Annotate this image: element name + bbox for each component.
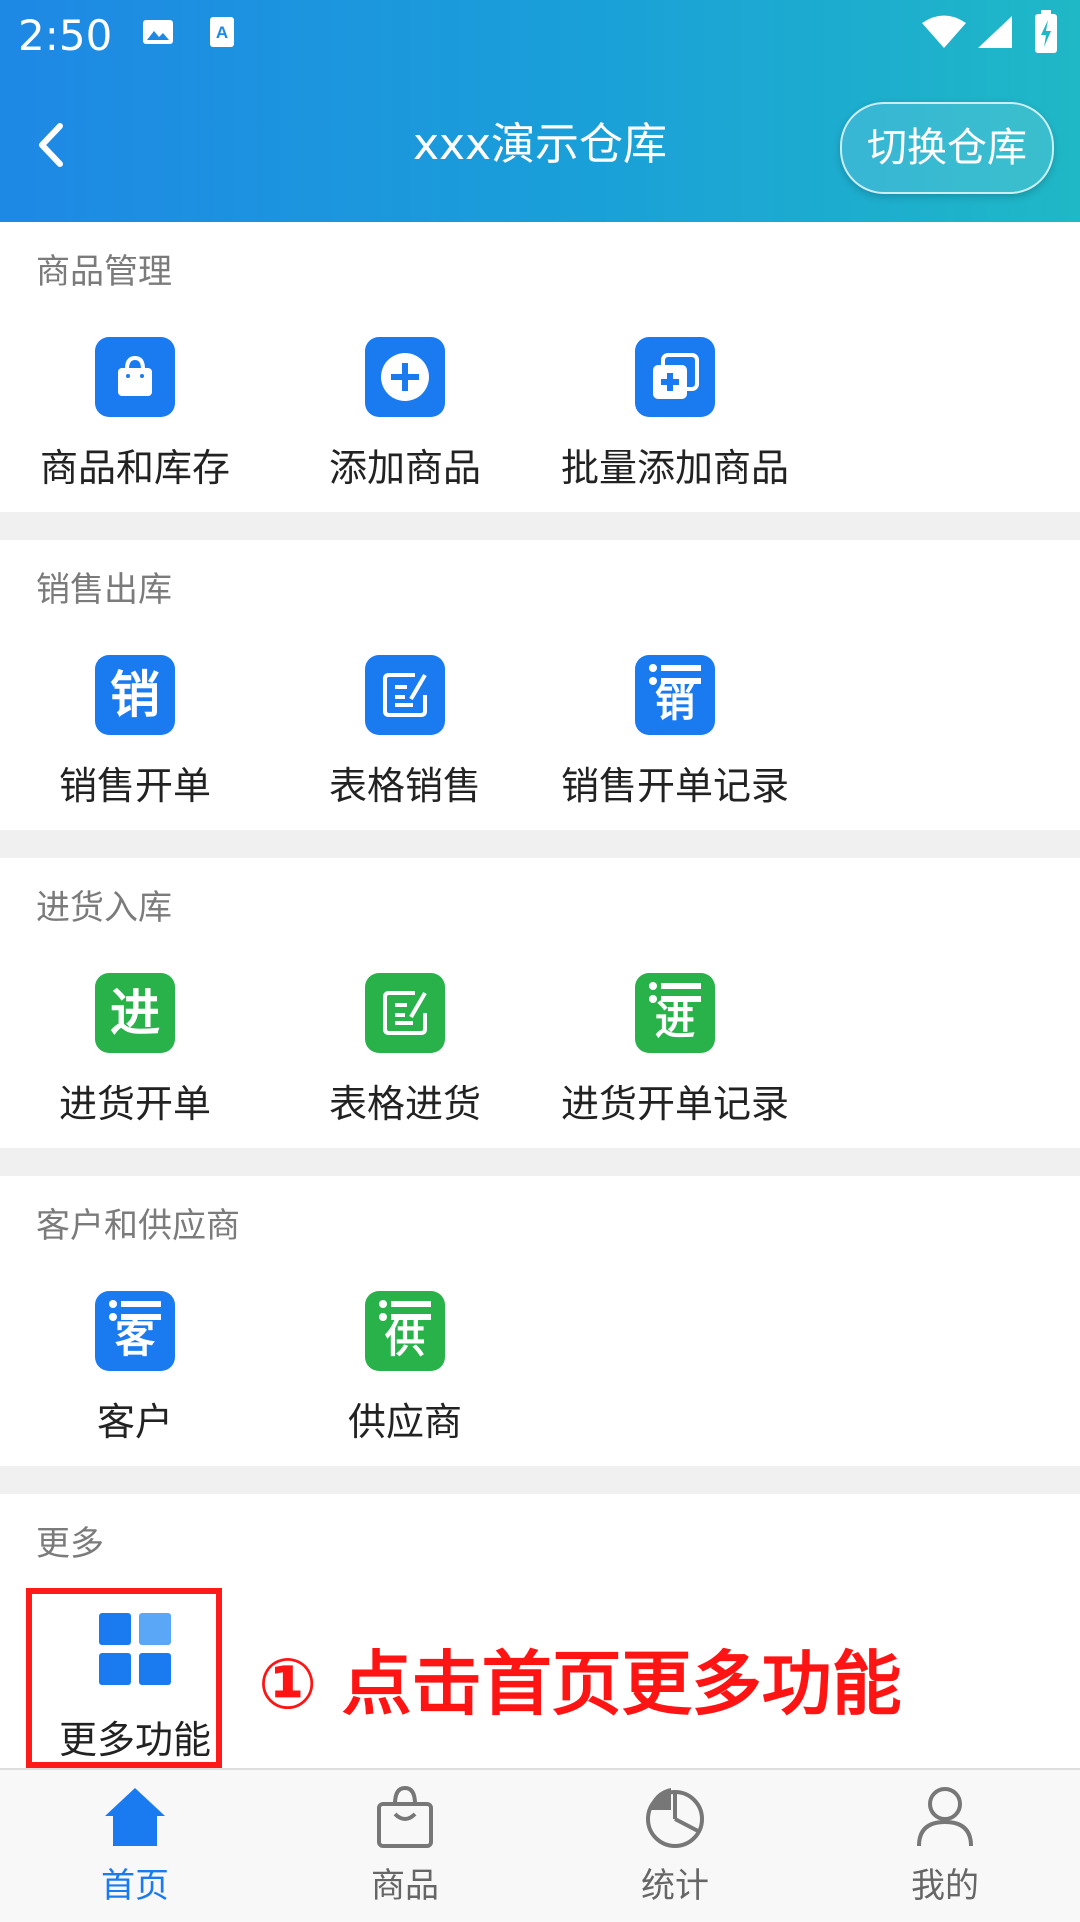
annotation-text: ① 点击首页更多功能 [258,1643,902,1725]
grid-label: 添加商品 [328,446,481,490]
grid-label: 供应商 [347,1400,462,1444]
table-purchase-button[interactable]: 表格进货 [270,973,540,1133]
table-sales-button[interactable]: 表格销售 [270,655,540,815]
section-title: 进货入库 [36,888,172,928]
products-and-inventory-button[interactable]: 商品和库存 [0,337,270,497]
status-time: 2:50 [18,11,113,60]
app-header: 2:50 A xxx演示仓库 切换仓库 [0,0,1080,222]
grid-label: 客户 [96,1400,173,1444]
shopping-bag-icon [95,337,175,417]
status-bar: 2:50 A [0,0,1080,72]
section-sales-outbound: 销售出库 销 销售开单 表格销售 销 销售开单记录 [0,540,1080,830]
grid-label: 进货开单记录 [560,1082,789,1126]
section-product-management: 商品管理 商品和库存 添加商品 批量添加商品 [0,222,1080,512]
section-purchase-inbound: 进货入库 进 进货开单 表格进货 进 进货开单记录 [0,858,1080,1148]
nav-label: 商品 [371,1866,439,1906]
grid-label: 商品和库存 [39,446,230,490]
nav-home[interactable]: 首页 [0,1770,270,1922]
purchase-order-button[interactable]: 进 进货开单 [0,973,270,1133]
section-title: 更多 [36,1524,104,1564]
app-notification-icon: A [210,17,234,47]
nav-label: 我的 [911,1866,979,1906]
add-product-button[interactable]: 添加商品 [270,337,540,497]
home-icon [105,1788,165,1846]
batch-add-icon [635,337,715,417]
edit-form-icon [365,655,445,735]
customers-button[interactable]: 客 客户 [0,1291,270,1451]
supplier-list-icon: 供 [365,1291,445,1371]
section-customers-suppliers: 客户和供应商 客 客户 供 供应商 [0,1176,1080,1466]
grid-label: 批量添加商品 [560,446,789,490]
nav-products[interactable]: 商品 [270,1770,540,1922]
nav-statistics[interactable]: 统计 [540,1770,810,1922]
section-title: 客户和供应商 [36,1206,240,1246]
title-bar: xxx演示仓库 切换仓库 [0,100,1080,194]
batch-add-product-button[interactable]: 批量添加商品 [540,337,810,497]
grid-label: 表格进货 [328,1082,481,1126]
wifi-icon [922,15,966,48]
section-title: 销售出库 [36,570,172,610]
highlight-box [26,1588,222,1768]
battery-icon [1035,10,1057,53]
grid-label: 表格销售 [328,764,481,808]
user-icon [917,1787,973,1847]
cell-signal-icon [978,16,1012,48]
nav-label: 统计 [641,1866,709,1906]
switch-warehouse-button[interactable]: 切换仓库 [840,102,1054,194]
sales-records-button[interactable]: 销 销售开单记录 [540,655,810,815]
nav-label: 首页 [101,1866,169,1906]
bottom-navigation: 首页 商品 统计 我的 [0,1768,1080,1922]
purchase-char-icon: 进 [95,973,175,1053]
grid-label: 进货开单 [58,1082,211,1126]
sale-list-icon: 销 [635,655,715,735]
section-title: 商品管理 [36,252,172,292]
sale-char-icon: 销 [95,655,175,735]
sales-order-button[interactable]: 销 销售开单 [0,655,270,815]
edit-form-icon [365,973,445,1053]
grid-label: 销售开单记录 [560,764,789,808]
suppliers-button[interactable]: 供 供应商 [270,1291,540,1451]
purchase-list-icon: 进 [635,973,715,1053]
bag-icon [377,1785,433,1848]
svg-text:A: A [216,23,228,42]
nav-mine[interactable]: 我的 [810,1770,1080,1922]
purchase-records-button[interactable]: 进 进货开单记录 [540,973,810,1133]
pie-chart-icon [646,1788,704,1848]
plus-circle-icon [365,337,445,417]
grid-label: 销售开单 [58,764,211,808]
image-notification-icon [143,20,173,44]
customer-list-icon: 客 [95,1291,175,1371]
